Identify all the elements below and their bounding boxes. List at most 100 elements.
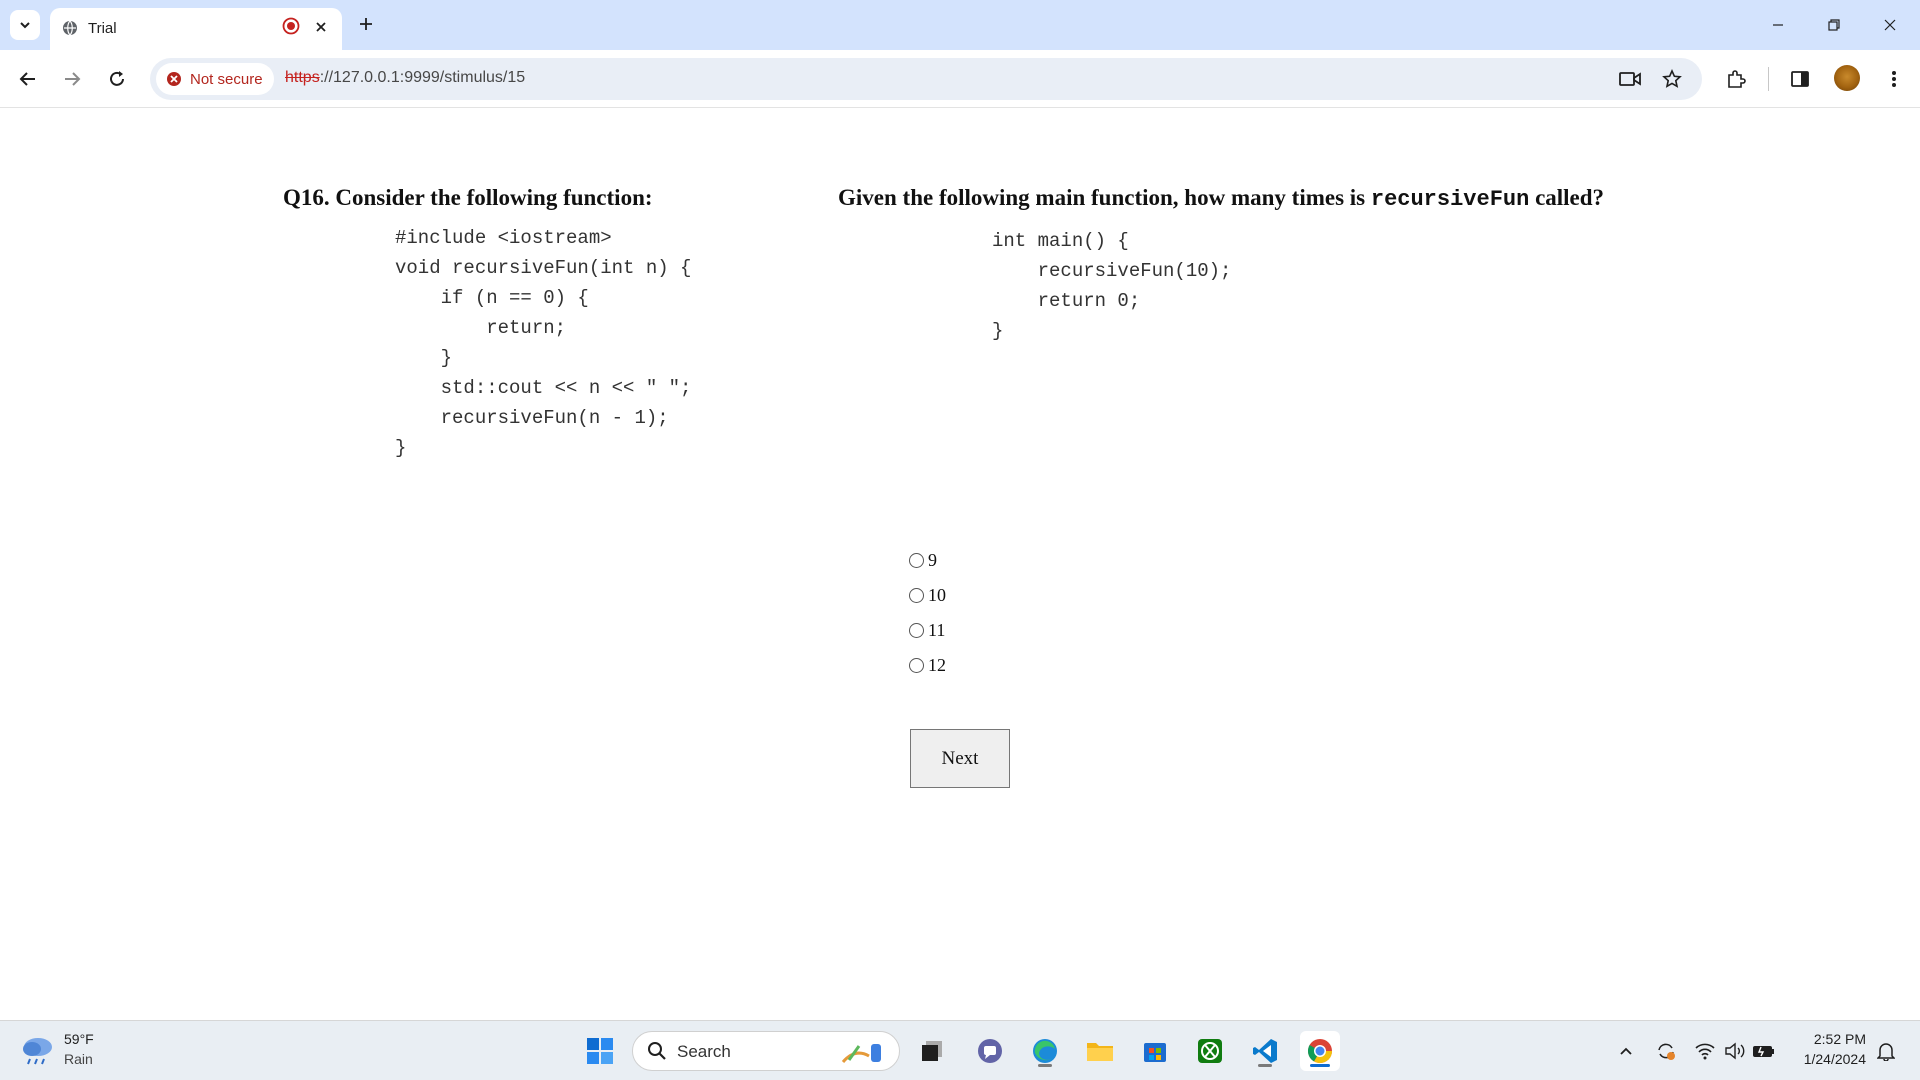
answer-option[interactable]: 9 [909,543,946,578]
option-label: 12 [928,655,946,675]
vscode-icon [1253,1039,1277,1063]
clock-time[interactable]: 2:52 PM [1814,1031,1866,1047]
rain-cloud-icon[interactable] [20,1035,56,1072]
start-button[interactable] [580,1031,620,1071]
answer-option[interactable]: 11 [909,613,946,648]
browser-tab[interactable]: Trial [50,8,342,50]
tab-title: Trial [88,20,117,37]
profile-avatar[interactable] [1834,65,1860,91]
notification-bell-icon[interactable] [1874,1039,1898,1063]
code-line: if (n == 0) { [395,287,589,309]
url-scheme: https [285,69,320,86]
error-icon [167,72,181,86]
reload-button[interactable] [101,63,133,95]
xbox-button[interactable] [1190,1031,1230,1071]
folder-icon [1087,1043,1113,1061]
toolbar-divider [1768,67,1769,91]
teams-chat-button[interactable] [970,1031,1010,1071]
heading-suffix: called? [1535,185,1605,210]
taskbar-search[interactable]: Search [632,1031,900,1071]
xbox-icon [1198,1039,1222,1063]
code-line: } [395,437,407,459]
answer-option[interactable]: 10 [909,578,946,613]
task-view-icon [922,1041,942,1061]
reload-icon [110,71,124,86]
tab-close-icon[interactable] [310,16,332,38]
option-label: 10 [928,585,946,605]
task-view-button[interactable] [912,1031,952,1071]
forward-button[interactable] [56,63,88,95]
store-button[interactable] [1135,1031,1175,1071]
left-question-heading: Q16. Consider the following function: [283,185,653,210]
security-label: Not secure [190,70,263,88]
heading-prefix: Given the following main function, how m… [838,185,1366,210]
edge-icon [1033,1039,1057,1063]
minimize-icon [1773,24,1783,26]
camera-icon[interactable] [1618,67,1642,91]
chrome-button[interactable] [1300,1031,1340,1071]
bookmark-star-icon[interactable] [1660,67,1684,91]
tab-search-button[interactable] [10,10,40,40]
answer-option[interactable]: 12 [909,648,946,683]
side-panel-icon[interactable] [1784,63,1816,95]
browser-tab-strip: Trial [0,0,1920,50]
new-tab-button[interactable] [352,10,380,38]
chrome-icon [1307,1039,1332,1064]
left-code-block: #include <iostream> void recursiveFun(int… [395,223,691,463]
edge-button[interactable] [1025,1031,1065,1071]
chevron-down-icon [20,22,30,29]
file-explorer-button[interactable] [1080,1031,1120,1071]
security-chip[interactable]: Not secure [156,63,274,95]
radio-button[interactable] [909,588,924,603]
minimize-button[interactable] [1750,0,1806,50]
sync-icon[interactable] [1654,1039,1678,1063]
menu-kebab-icon[interactable] [1878,63,1910,95]
forward-arrow-icon [65,72,81,86]
code-line: int main() { [992,230,1129,252]
radio-button[interactable] [909,623,924,638]
radio-button[interactable] [909,553,924,568]
running-indicator [1258,1064,1272,1067]
tray-overflow-icon[interactable] [1614,1039,1638,1063]
clock-date[interactable]: 1/24/2024 [1804,1051,1866,1067]
code-line: return; [395,317,567,339]
code-line: } [395,347,453,369]
browser-toolbar: Not secure https://127.0.0.1:9999/stimul… [0,50,1920,108]
option-label: 9 [928,550,937,570]
vscode-button[interactable] [1245,1031,1285,1071]
volume-icon[interactable] [1723,1039,1747,1063]
battery-icon[interactable] [1752,1039,1776,1063]
code-line: return 0; [992,290,1141,312]
restore-button[interactable] [1806,0,1862,50]
radio-button[interactable] [909,658,924,673]
chat-icon [978,1039,1002,1063]
option-label: 11 [928,620,946,640]
search-highlight-icon [841,1044,881,1064]
close-window-button[interactable] [1862,0,1918,50]
store-icon [1144,1043,1166,1062]
windows-taskbar: 59°F Rain Search 2:52 PM 1/24/2024 [0,1020,1920,1080]
heading-code: recursiveFun [1370,187,1530,212]
back-button[interactable] [12,63,44,95]
address-bar[interactable]: Not secure https://127.0.0.1:9999/stimul… [150,58,1702,100]
back-arrow-icon [19,72,35,86]
close-icon [1884,19,1896,31]
next-button[interactable]: Next [910,729,1010,788]
code-line: } [992,320,1004,342]
weather-condition[interactable]: Rain [64,1051,93,1067]
search-label: Search [677,1042,731,1061]
running-indicator [1038,1064,1052,1067]
url-text[interactable]: https://127.0.0.1:9999/stimulus/15 [285,69,525,87]
code-line: recursiveFun(n - 1); [395,407,669,429]
extensions-icon[interactable] [1720,63,1752,95]
active-indicator [1310,1064,1330,1067]
answer-options: 9 10 11 12 [909,543,946,683]
search-icon [648,1042,666,1060]
recording-icon [282,17,300,40]
wifi-icon[interactable] [1693,1039,1717,1063]
weather-temp[interactable]: 59°F [64,1031,94,1047]
right-question-heading: Given the following main function, how m… [838,185,1604,212]
code-line: std::cout << n << " "; [395,377,692,399]
right-code-block: int main() { recursiveFun(10); return 0;… [992,226,1231,346]
code-line: void recursiveFun(int n) { [395,257,692,279]
